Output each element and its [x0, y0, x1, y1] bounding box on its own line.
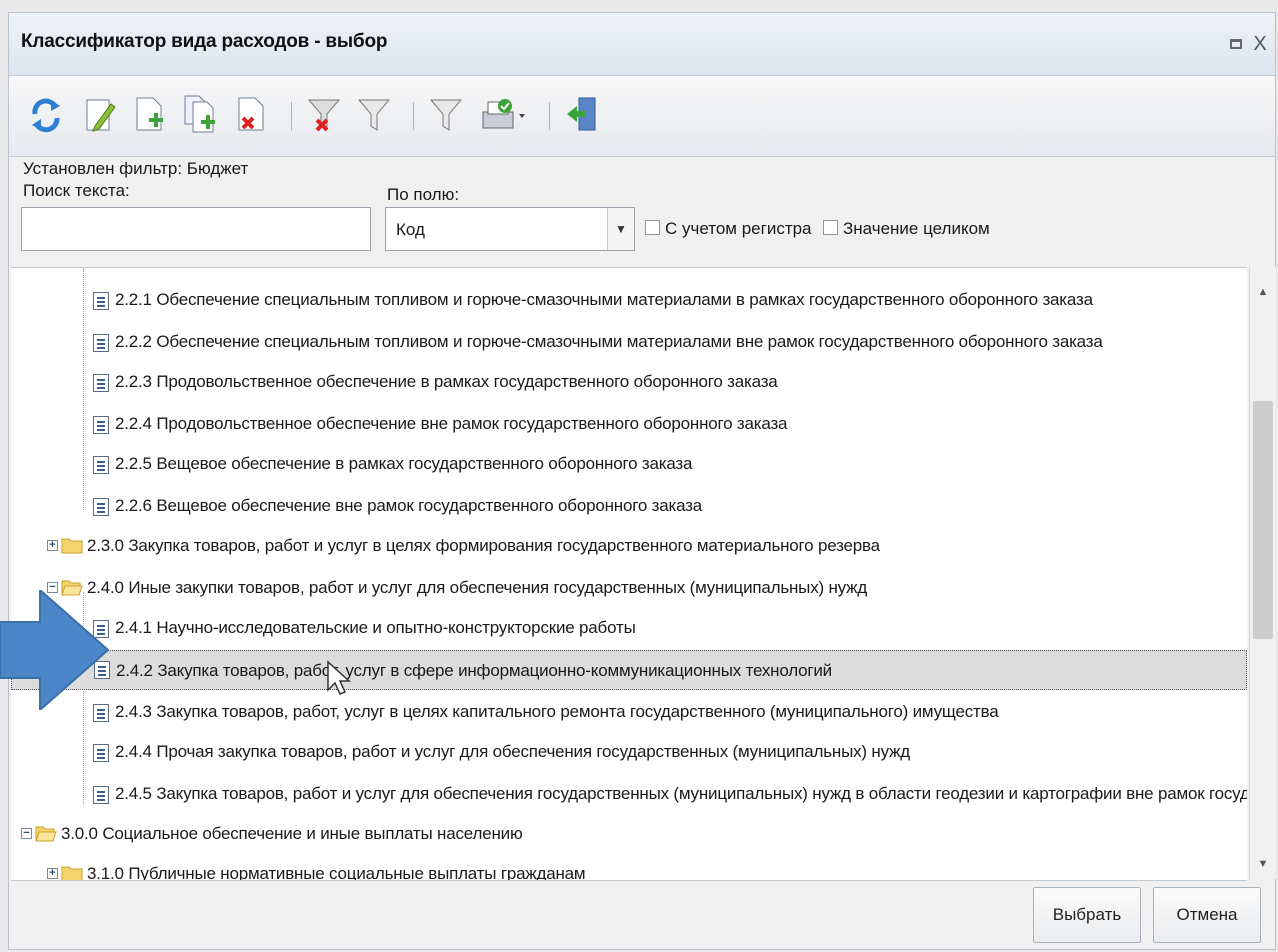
tree-row-label: 2.2.5 Вещевое обеспечение в рамках госуд… — [115, 454, 693, 473]
toolbar — [9, 76, 1275, 157]
tree-row[interactable]: + 2.3.0 Закупка товаров, работ и услуг в… — [11, 528, 1247, 564]
add-icon — [136, 97, 163, 131]
document-icon — [93, 456, 109, 474]
add-button[interactable] — [131, 94, 169, 136]
document-icon — [93, 498, 109, 516]
search-input[interactable] — [21, 207, 371, 251]
expand-icon[interactable]: + — [47, 868, 58, 879]
select-button[interactable]: Выбрать — [1033, 887, 1141, 943]
expand-icon[interactable]: + — [47, 540, 58, 551]
tree-row[interactable]: 2.2.1 Обеспечение специальным топливом и… — [11, 282, 1247, 318]
toolbar-separator — [413, 102, 414, 130]
refresh-button[interactable] — [27, 94, 65, 136]
document-icon — [93, 334, 109, 352]
tree-row[interactable]: 2.4.1 Научно-исследовательские и опытно-… — [11, 610, 1247, 646]
clear-filter-icon — [307, 99, 341, 132]
title-bar: Классификатор вида расходов - выбор X — [9, 13, 1275, 76]
exit-icon — [567, 97, 596, 131]
tree-row[interactable]: 2.2.4 Продовольственное обеспечение вне … — [11, 406, 1247, 442]
document-icon — [93, 374, 109, 392]
field-select[interactable]: Код ▼ — [385, 207, 635, 251]
filter-settings-icon — [429, 99, 463, 131]
filter-status: Установлен фильтр: Бюджет — [23, 159, 249, 178]
field-label: По полю: — [387, 185, 460, 204]
tree-row-label: 3.1.0 Публичные нормативные социальные в… — [87, 864, 586, 881]
document-icon — [93, 292, 109, 310]
scroll-up-icon[interactable]: ▲ — [1250, 279, 1276, 305]
tree-view: 2.2.1 Обеспечение специальным топливом и… — [11, 267, 1247, 881]
pointer-arrow-icon — [0, 590, 110, 710]
tree-row-label: 2.3.0 Закупка товаров, работ и услуг в ц… — [87, 536, 880, 555]
tree-row[interactable]: 2.2.2 Обеспечение специальным топливом и… — [11, 324, 1247, 360]
tree-row-label: 2.4.4 Прочая закупка товаров, работ и ус… — [115, 742, 910, 761]
maximize-button[interactable] — [1227, 35, 1245, 53]
tree-row[interactable]: 2.2.6 Вещевое обеспечение вне рамок госу… — [11, 488, 1247, 524]
filter-button[interactable] — [355, 94, 393, 136]
edit-icon — [86, 99, 116, 132]
window-title: Классификатор вида расходов - выбор — [21, 31, 388, 52]
toolbar-separator — [291, 102, 292, 130]
exit-button[interactable] — [563, 94, 601, 136]
close-button[interactable]: X — [1251, 34, 1269, 54]
tree-row-label: 2.2.4 Продовольственное обеспечение вне … — [115, 414, 788, 433]
tree-row[interactable]: + 3.1.0 Публичные нормативные социальные… — [11, 856, 1247, 881]
copy-add-icon — [184, 95, 215, 133]
mouse-cursor-icon — [327, 660, 351, 695]
open-folder-icon — [35, 826, 57, 842]
cancel-button[interactable]: Отмена — [1153, 887, 1261, 943]
print-icon — [482, 99, 525, 129]
filter-icon — [357, 99, 391, 131]
tree-row[interactable]: 2.2.3 Продовольственное обеспечение в ра… — [11, 364, 1247, 400]
tree-row-label: 2.4.0 Иные закупки товаров, работ и услу… — [87, 578, 868, 597]
whole-value-checkbox[interactable] — [823, 220, 838, 235]
tree-row[interactable]: − 2.4.0 Иные закупки товаров, работ и ус… — [11, 570, 1247, 606]
toolbar-separator — [549, 102, 550, 130]
tree-row-label: 2.4.1 Научно-исследовательские и опытно-… — [115, 618, 636, 637]
tree-row[interactable]: 2.2.5 Вещевое обеспечение в рамках госуд… — [11, 446, 1247, 482]
tree-row-selected[interactable]: 2.4.2 Закупка товаров, работ, услуг в сф… — [11, 650, 1247, 690]
tree-row-label: 2.2.1 Обеспечение специальным топливом и… — [115, 290, 1093, 309]
field-select-value: Код — [396, 220, 425, 239]
tree-row-label: 2.4.3 Закупка товаров, работ, услуг в це… — [115, 702, 999, 721]
scroll-down-icon[interactable]: ▼ — [1250, 851, 1276, 877]
document-icon — [93, 744, 109, 762]
maximize-icon — [1230, 39, 1242, 49]
scroll-thumb[interactable] — [1253, 401, 1273, 639]
case-sensitive-label: С учетом регистра — [665, 219, 812, 238]
edit-button[interactable] — [81, 94, 119, 136]
filter-settings-button[interactable] — [427, 94, 465, 136]
collapse-icon[interactable]: − — [21, 828, 32, 839]
tree-row-label: 2.4.5 Закупка товаров, работ и услуг для… — [115, 784, 1247, 803]
vertical-scrollbar[interactable]: ▲ ▼ — [1249, 267, 1276, 879]
chevron-down-icon[interactable]: ▼ — [607, 208, 634, 250]
tree-row-label: 2.2.3 Продовольственное обеспечение в ра… — [115, 372, 778, 391]
tree-row[interactable]: 2.4.4 Прочая закупка товаров, работ и ус… — [11, 734, 1247, 770]
whole-value-label: Значение целиком — [843, 219, 990, 238]
tree-row[interactable]: 2.4.5 Закупка товаров, работ и услуг для… — [11, 776, 1247, 812]
case-sensitive-checkbox[interactable] — [645, 220, 660, 235]
document-icon — [93, 416, 109, 434]
document-icon — [93, 786, 109, 804]
refresh-icon — [32, 98, 60, 133]
tree-row-label: 3.0.0 Социальное обеспечение и иные выпл… — [61, 824, 523, 843]
clear-filter-button[interactable] — [305, 94, 343, 136]
copy-add-button[interactable] — [183, 94, 221, 136]
print-button[interactable] — [479, 94, 529, 136]
tree-row-label: 2.4.2 Закупка товаров, работ, услуг в сф… — [116, 661, 832, 680]
tree-row-label: 2.2.6 Вещевое обеспечение вне рамок госу… — [115, 496, 703, 515]
tree-row-label: 2.2.2 Обеспечение специальным топливом и… — [115, 332, 1103, 351]
tree-row[interactable]: 2.4.3 Закупка товаров, работ, услуг в це… — [11, 694, 1247, 730]
folder-icon — [61, 866, 83, 880]
search-label: Поиск текста: — [23, 181, 130, 200]
delete-button[interactable] — [233, 94, 271, 136]
delete-icon — [238, 97, 264, 131]
tree-row[interactable]: − 3.0.0 Социальное обеспечение и иные вы… — [11, 816, 1247, 852]
dialog-window: Классификатор вида расходов - выбор X Ус… — [8, 12, 1276, 950]
folder-icon — [61, 538, 83, 554]
